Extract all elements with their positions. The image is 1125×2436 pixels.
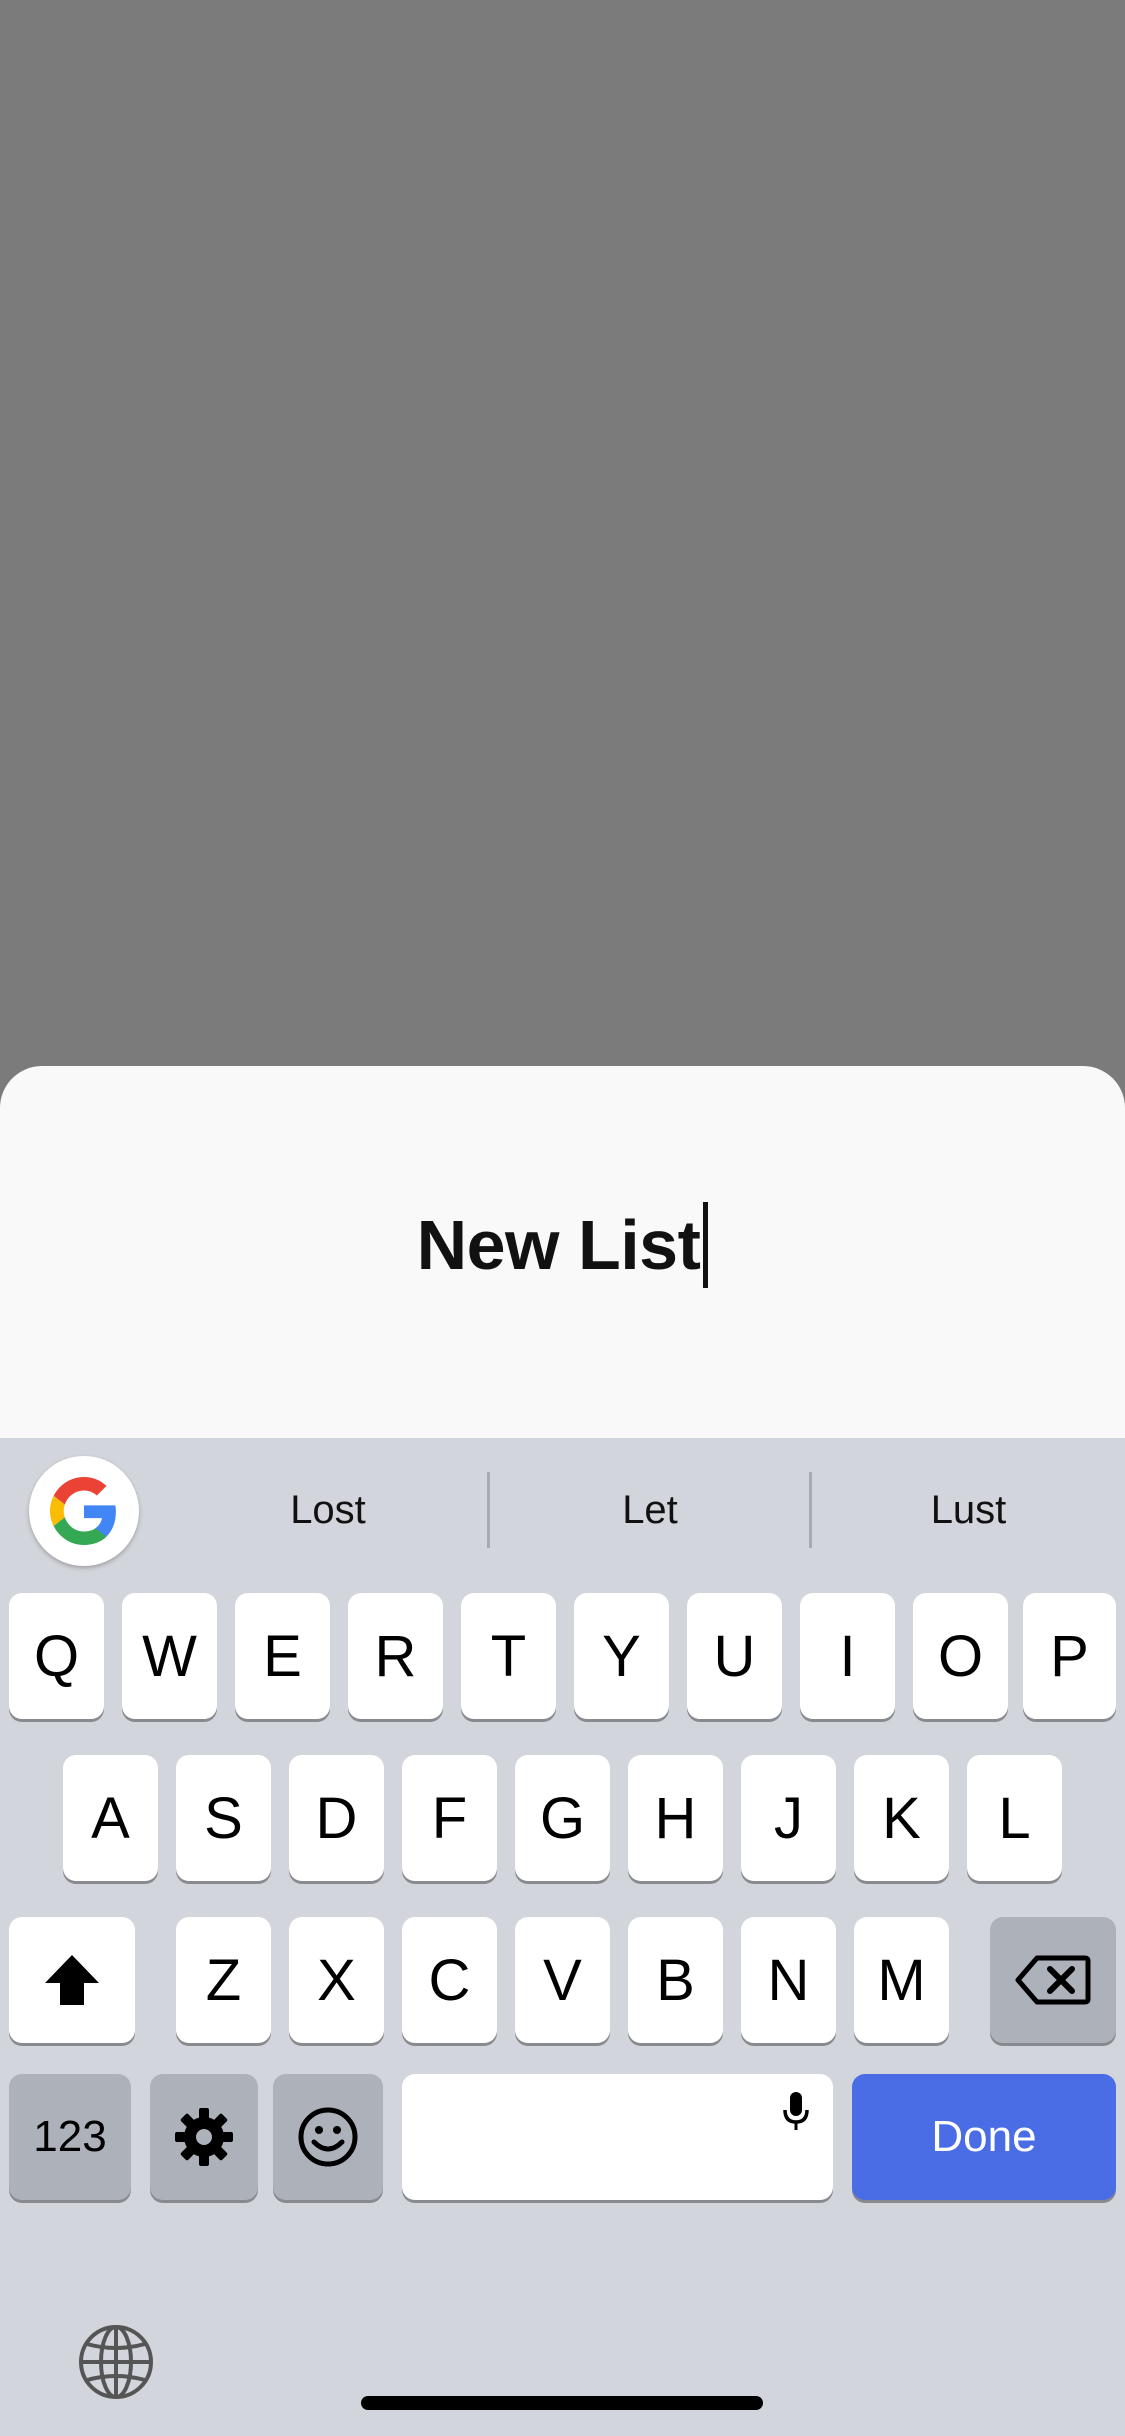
- emoji-key[interactable]: [273, 2074, 383, 2200]
- text-cursor: [703, 1202, 709, 1288]
- list-title-text: New List: [416, 1206, 701, 1284]
- key-g[interactable]: G: [515, 1755, 610, 1881]
- key-b[interactable]: B: [628, 1917, 723, 2043]
- key-v[interactable]: V: [515, 1917, 610, 2043]
- space-key[interactable]: [402, 2074, 833, 2200]
- numbers-key[interactable]: 123: [9, 2074, 131, 2200]
- key-f[interactable]: F: [402, 1755, 497, 1881]
- globe-icon[interactable]: [76, 2322, 156, 2402]
- key-s[interactable]: S: [176, 1755, 271, 1881]
- shift-key[interactable]: [9, 1917, 135, 2043]
- suggestion-1[interactable]: Lost: [168, 1438, 488, 1582]
- suggestion-bar: Lost Let Lust: [0, 1438, 1125, 1582]
- key-i[interactable]: I: [800, 1593, 895, 1719]
- done-button[interactable]: Done: [852, 2074, 1116, 2200]
- key-z[interactable]: Z: [176, 1917, 271, 2043]
- key-y[interactable]: Y: [574, 1593, 669, 1719]
- key-q[interactable]: Q: [9, 1593, 104, 1719]
- key-l[interactable]: L: [967, 1755, 1062, 1881]
- key-t[interactable]: T: [461, 1593, 556, 1719]
- key-a[interactable]: A: [63, 1755, 158, 1881]
- key-o[interactable]: O: [913, 1593, 1008, 1719]
- microphone-icon: [783, 2092, 809, 2130]
- key-h[interactable]: H: [628, 1755, 723, 1881]
- key-r[interactable]: R: [348, 1593, 443, 1719]
- key-n[interactable]: N: [741, 1917, 836, 2043]
- key-x[interactable]: X: [289, 1917, 384, 2043]
- key-m[interactable]: M: [854, 1917, 949, 2043]
- key-p[interactable]: P: [1023, 1593, 1116, 1719]
- backspace-icon: [1015, 1955, 1091, 2005]
- key-d[interactable]: D: [289, 1755, 384, 1881]
- key-j[interactable]: J: [741, 1755, 836, 1881]
- backspace-key[interactable]: [990, 1917, 1116, 2043]
- google-icon: [50, 1477, 116, 1545]
- key-c[interactable]: C: [402, 1917, 497, 2043]
- key-w[interactable]: W: [122, 1593, 217, 1719]
- suggestion-3[interactable]: Lust: [812, 1438, 1125, 1582]
- dimmed-backdrop[interactable]: [0, 0, 1125, 1066]
- key-k[interactable]: K: [854, 1755, 949, 1881]
- shift-icon: [45, 1955, 99, 2005]
- google-button[interactable]: [29, 1456, 139, 1566]
- key-u[interactable]: U: [687, 1593, 782, 1719]
- screen: New List Lost Let Lust Q W E R T Y U I O…: [0, 0, 1125, 2436]
- key-e[interactable]: E: [235, 1593, 330, 1719]
- emoji-icon: [298, 2107, 358, 2167]
- home-indicator: [361, 2396, 763, 2410]
- settings-key[interactable]: [150, 2074, 258, 2200]
- gear-icon: [175, 2108, 233, 2166]
- suggestion-2[interactable]: Let: [490, 1438, 810, 1582]
- list-title-input[interactable]: New List: [0, 1190, 1125, 1300]
